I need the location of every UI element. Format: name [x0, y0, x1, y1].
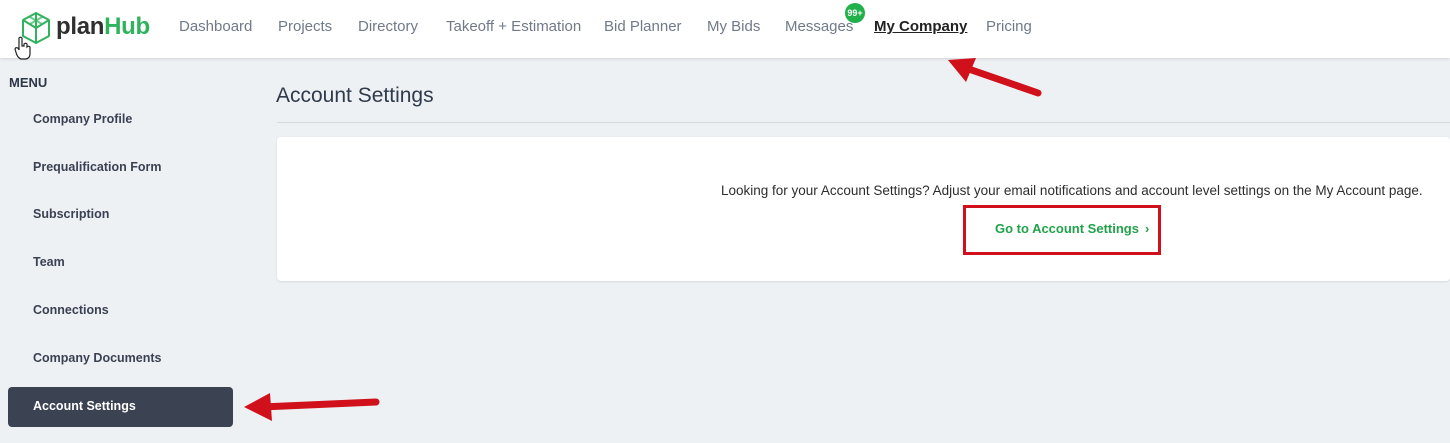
- nav-my-company[interactable]: My Company: [874, 18, 967, 35]
- sidebar-item-label: Subscription: [33, 207, 110, 221]
- nav-messages[interactable]: Messages: [785, 18, 853, 35]
- sidebar-item-subscription[interactable]: Subscription: [8, 195, 233, 235]
- sidebar-item-account-settings[interactable]: Account Settings: [8, 387, 233, 427]
- nav-bid-planner[interactable]: Bid Planner: [604, 18, 682, 35]
- logo-wordmark: planHub: [56, 13, 150, 40]
- sidebar-item-connections[interactable]: Connections: [8, 291, 233, 331]
- account-settings-card: [277, 137, 1450, 281]
- nav-pricing[interactable]: Pricing: [986, 18, 1032, 35]
- nav-my-bids[interactable]: My Bids: [707, 18, 760, 35]
- sidebar-item-label: Team: [33, 255, 65, 269]
- messages-count-badge: 99+: [845, 3, 865, 23]
- sidebar-item-company-profile[interactable]: Company Profile: [8, 100, 233, 140]
- nav-takeoff-estimation[interactable]: Takeoff + Estimation: [446, 18, 581, 35]
- sidebar-item-prequalification-form[interactable]: Prequalification Form: [8, 148, 233, 188]
- nav-dashboard[interactable]: Dashboard: [179, 18, 252, 35]
- planhub-logo[interactable]: planHub: [18, 8, 160, 48]
- nav-projects[interactable]: Projects: [278, 18, 332, 35]
- sidebar-item-team[interactable]: Team: [8, 243, 233, 283]
- sidebar-item-label: Connections: [33, 303, 109, 317]
- title-divider: [277, 122, 1450, 123]
- annotation-highlight-box: [963, 205, 1161, 255]
- hand-pointer-cursor-icon: [14, 36, 31, 60]
- sidebar-item-label: Prequalification Form: [33, 160, 162, 174]
- sidebar-item-label: Account Settings: [33, 399, 136, 413]
- nav-directory[interactable]: Directory: [358, 18, 418, 35]
- sidebar-item-company-documents[interactable]: Company Documents: [8, 339, 233, 379]
- page-title: Account Settings: [276, 84, 434, 107]
- account-settings-message: Looking for your Account Settings? Adjus…: [721, 183, 1423, 198]
- sidebar-item-label: Company Documents: [33, 351, 162, 365]
- sidebar-item-label: Company Profile: [33, 112, 133, 126]
- menu-heading: MENU: [9, 75, 48, 90]
- top-navigation-bar: planHub Dashboard Projects Directory Tak…: [0, 0, 1450, 60]
- annotation-arrow-icon: [948, 58, 1042, 97]
- annotation-arrow-icon: [244, 393, 380, 421]
